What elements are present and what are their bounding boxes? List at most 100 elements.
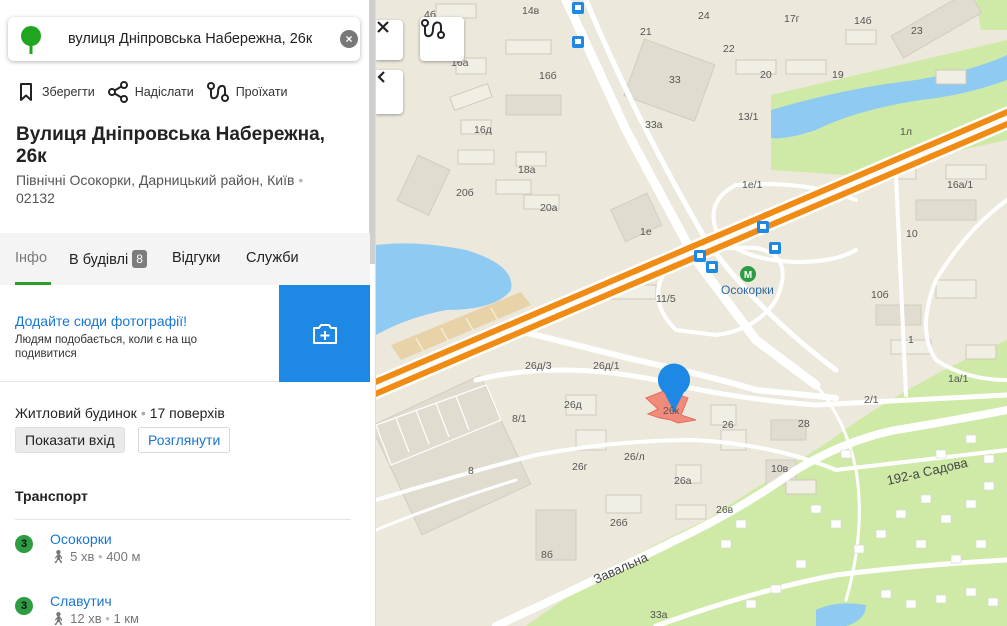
station-walk-info: 🚶︎ 12 хв • 1 км [50, 611, 139, 626]
svg-text:18а: 18а [518, 164, 536, 176]
svg-text:10б: 10б [871, 289, 889, 301]
station-name[interactable]: Славутич [50, 593, 112, 609]
svg-text:26г: 26г [572, 461, 588, 473]
svg-text:26д/1: 26д/1 [593, 360, 620, 372]
tab-services[interactable]: Служби [246, 250, 299, 266]
view-button[interactable]: Розглянути [138, 427, 231, 453]
svg-text:26а: 26а [674, 475, 692, 487]
route-map-button[interactable] [420, 17, 464, 61]
route-label: Проїхати [235, 85, 288, 99]
walk-time: 12 хв [70, 611, 102, 626]
svg-text:26: 26 [722, 419, 734, 431]
share-label: Надіслати [134, 85, 194, 99]
tab-reviews[interactable]: Відгуки [172, 250, 220, 266]
clear-search-icon[interactable]: × [340, 30, 358, 48]
svg-text:1л: 1л [900, 126, 912, 138]
share-button[interactable]: Надіслати [107, 81, 194, 103]
metro-station-label: Осокорки [721, 283, 774, 297]
svg-text:8: 8 [468, 465, 474, 477]
transport-divider [15, 519, 351, 520]
metro-line-icon: 3 [15, 597, 33, 615]
place-address: Північні Осокорки, Дарницький район, Киї… [16, 171, 346, 207]
svg-text:14в: 14в [522, 5, 540, 17]
add-photo-link[interactable]: Додайте сюди фотографії! [15, 313, 187, 329]
route-icon [206, 82, 229, 102]
show-entrance-button[interactable]: Показати вхід [15, 427, 125, 453]
chevron-left-icon [377, 71, 385, 83]
svg-text:1: 1 [908, 334, 914, 346]
walk-icon: 🚶︎ [50, 549, 67, 564]
walk-distance: 400 м [106, 549, 141, 564]
add-photo-button[interactable] [279, 285, 370, 382]
svg-text:33: 33 [669, 74, 681, 86]
tab-info[interactable]: Інфо [15, 250, 47, 266]
svg-text:20: 20 [760, 69, 772, 81]
svg-text:11/5: 11/5 [656, 293, 676, 305]
add-photo-icon [312, 323, 337, 344]
bookmark-icon [20, 83, 32, 101]
svg-text:21: 21 [640, 26, 652, 38]
station-walk-info: 🚶︎ 5 хв • 400 м [50, 549, 140, 565]
bus-stop-icon[interactable] [694, 250, 706, 262]
tab-in-building[interactable]: В будівлі 8 [69, 250, 147, 268]
address-separator: • [298, 172, 304, 188]
share-icon [107, 81, 128, 103]
place-panel: × Зберегти Надіслати Проїха [0, 0, 376, 626]
route-icon [421, 19, 445, 39]
postal-code: 02132 [16, 190, 55, 206]
route-button[interactable]: Проїхати [206, 81, 288, 103]
bus-stop-icon[interactable] [572, 36, 584, 48]
svg-text:28: 28 [798, 418, 810, 430]
svg-text:10: 10 [906, 228, 918, 240]
svg-text:26/л: 26/л [624, 451, 645, 463]
tab-in-building-label: В будівлі [69, 252, 129, 268]
walk-separator: • [105, 611, 110, 626]
svg-text:16д: 16д [474, 124, 492, 136]
svg-text:1е: 1е [640, 226, 652, 238]
bus-stop-icon[interactable] [757, 221, 769, 233]
place-title: Вулиця Дніпровська Набережна, 26к [16, 124, 325, 167]
svg-text:14б: 14б [854, 15, 872, 27]
panel-scrollbar[interactable] [369, 0, 375, 264]
svg-text:24: 24 [698, 10, 710, 22]
svg-text:26в: 26в [716, 504, 734, 516]
svg-text:13/1: 13/1 [738, 111, 759, 123]
metro-line-icon: 3 [15, 535, 33, 553]
svg-text:19: 19 [832, 69, 844, 81]
place-pin-icon [21, 26, 41, 54]
svg-text:20а: 20а [540, 202, 558, 214]
svg-text:8б: 8б [541, 549, 553, 561]
count-badge: 8 [132, 250, 147, 268]
svg-text:8/1: 8/1 [512, 413, 527, 425]
svg-text:16б: 16б [539, 70, 557, 82]
map-canvas[interactable]: M Осокорки 192-а Садова Завальна 4б 14в … [376, 0, 1007, 626]
walk-time: 5 хв [70, 549, 95, 564]
add-photo-block: Додайте сюди фотографії! Людям подобаєть… [0, 285, 370, 382]
building-info: Житловий будинок • 17 поверхів [15, 405, 225, 421]
svg-text:26б: 26б [610, 517, 628, 529]
svg-text:26к: 26к [663, 405, 680, 417]
bus-stop-icon[interactable] [706, 261, 718, 273]
green-area [976, 0, 1007, 30]
save-label: Зберегти [42, 85, 95, 99]
collapse-panel-button[interactable] [376, 70, 403, 114]
building-type: Житловий будинок [15, 405, 137, 421]
save-button[interactable]: Зберегти [16, 82, 95, 102]
svg-text:22: 22 [723, 43, 735, 55]
search-box: × [8, 17, 360, 61]
map-view[interactable]: M Осокорки 192-а Садова Завальна 4б 14в … [376, 0, 1007, 626]
close-icon [377, 21, 389, 33]
svg-text:26д: 26д [564, 399, 582, 411]
action-bar: Зберегти Надіслати Проїхати [16, 80, 300, 104]
svg-text:26д/3: 26д/3 [525, 360, 552, 372]
svg-text:2/1: 2/1 [864, 394, 879, 406]
bus-stop-icon[interactable] [769, 242, 781, 254]
close-panel-button[interactable] [376, 20, 403, 60]
station-name[interactable]: Осокорки [50, 531, 112, 547]
metro-station-icon[interactable]: M [740, 266, 756, 282]
search-input[interactable] [68, 27, 336, 51]
svg-text:17г: 17г [784, 13, 800, 25]
svg-text:10в: 10в [771, 463, 789, 475]
walk-icon: 🚶︎ [50, 611, 67, 626]
bus-stop-icon[interactable] [572, 2, 584, 14]
